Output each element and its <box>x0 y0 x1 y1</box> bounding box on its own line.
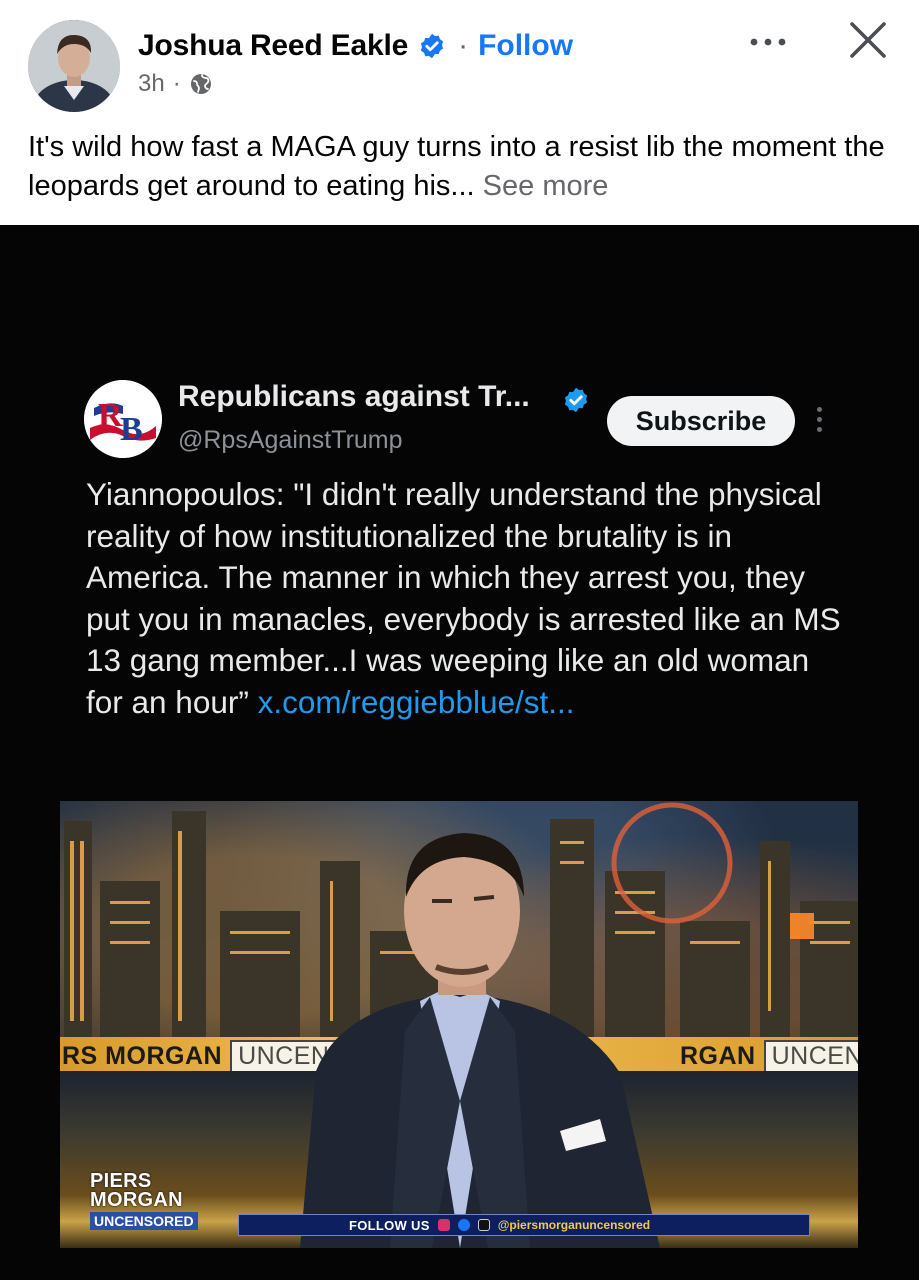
globe-icon <box>190 74 211 94</box>
follow-us-label: FOLLOW US <box>349 1217 430 1233</box>
more-options-icon[interactable] <box>746 22 790 62</box>
close-icon[interactable] <box>846 18 890 62</box>
author-row: Joshua Reed Eakle · Follow <box>138 26 573 66</box>
svg-text:B: B <box>120 411 143 448</box>
instagram-icon <box>437 1219 450 1231</box>
logo-line-2: MORGAN <box>90 1189 183 1211</box>
tweet-link[interactable]: x.com/reggiebblue/st... <box>258 684 575 720</box>
post-meta: 3h · <box>138 70 213 98</box>
logo-subtitle: UNCENSORED <box>90 1212 198 1230</box>
post-time[interactable]: 3h <box>138 70 165 98</box>
author-name[interactable]: Joshua Reed Eakle <box>138 29 408 63</box>
tweet-text: Yiannopoulos: "I didn't really understan… <box>86 474 846 723</box>
tweet-handle[interactable]: @RpsAgainstTrump <box>178 426 403 455</box>
follow-us-ticker: FOLLOW US @piersmorganuncensored <box>238 1214 810 1236</box>
tweet-more-icon[interactable] <box>812 404 826 440</box>
name-separator: · <box>458 29 469 62</box>
post-text-body: It's wild how fast a MAGA guy turns into… <box>28 131 885 202</box>
follow-handle: @piersmorganuncensored <box>497 1218 651 1232</box>
follow-button[interactable]: Follow <box>478 29 573 63</box>
author-avatar[interactable] <box>28 20 120 112</box>
meta-separator: · <box>172 70 181 97</box>
verified-badge-icon <box>420 33 444 59</box>
see-more-link[interactable]: See more <box>483 170 609 202</box>
post-header: Joshua Reed Eakle · Follow 3h · It's wil… <box>0 0 919 225</box>
post-text: It's wild how fast a MAGA guy turns into… <box>28 128 898 206</box>
piers-morgan-logo: PIERS MORGAN UNCENSORED <box>30 1171 205 1236</box>
verified-badge-icon <box>564 387 588 413</box>
tweet-avatar[interactable]: R B <box>84 380 162 458</box>
tiktok-icon <box>477 1219 490 1231</box>
tweet-author-name[interactable]: Republicans against Tr... <box>178 380 530 414</box>
facebook-icon <box>457 1219 470 1231</box>
subscribe-button[interactable]: Subscribe <box>607 396 795 446</box>
